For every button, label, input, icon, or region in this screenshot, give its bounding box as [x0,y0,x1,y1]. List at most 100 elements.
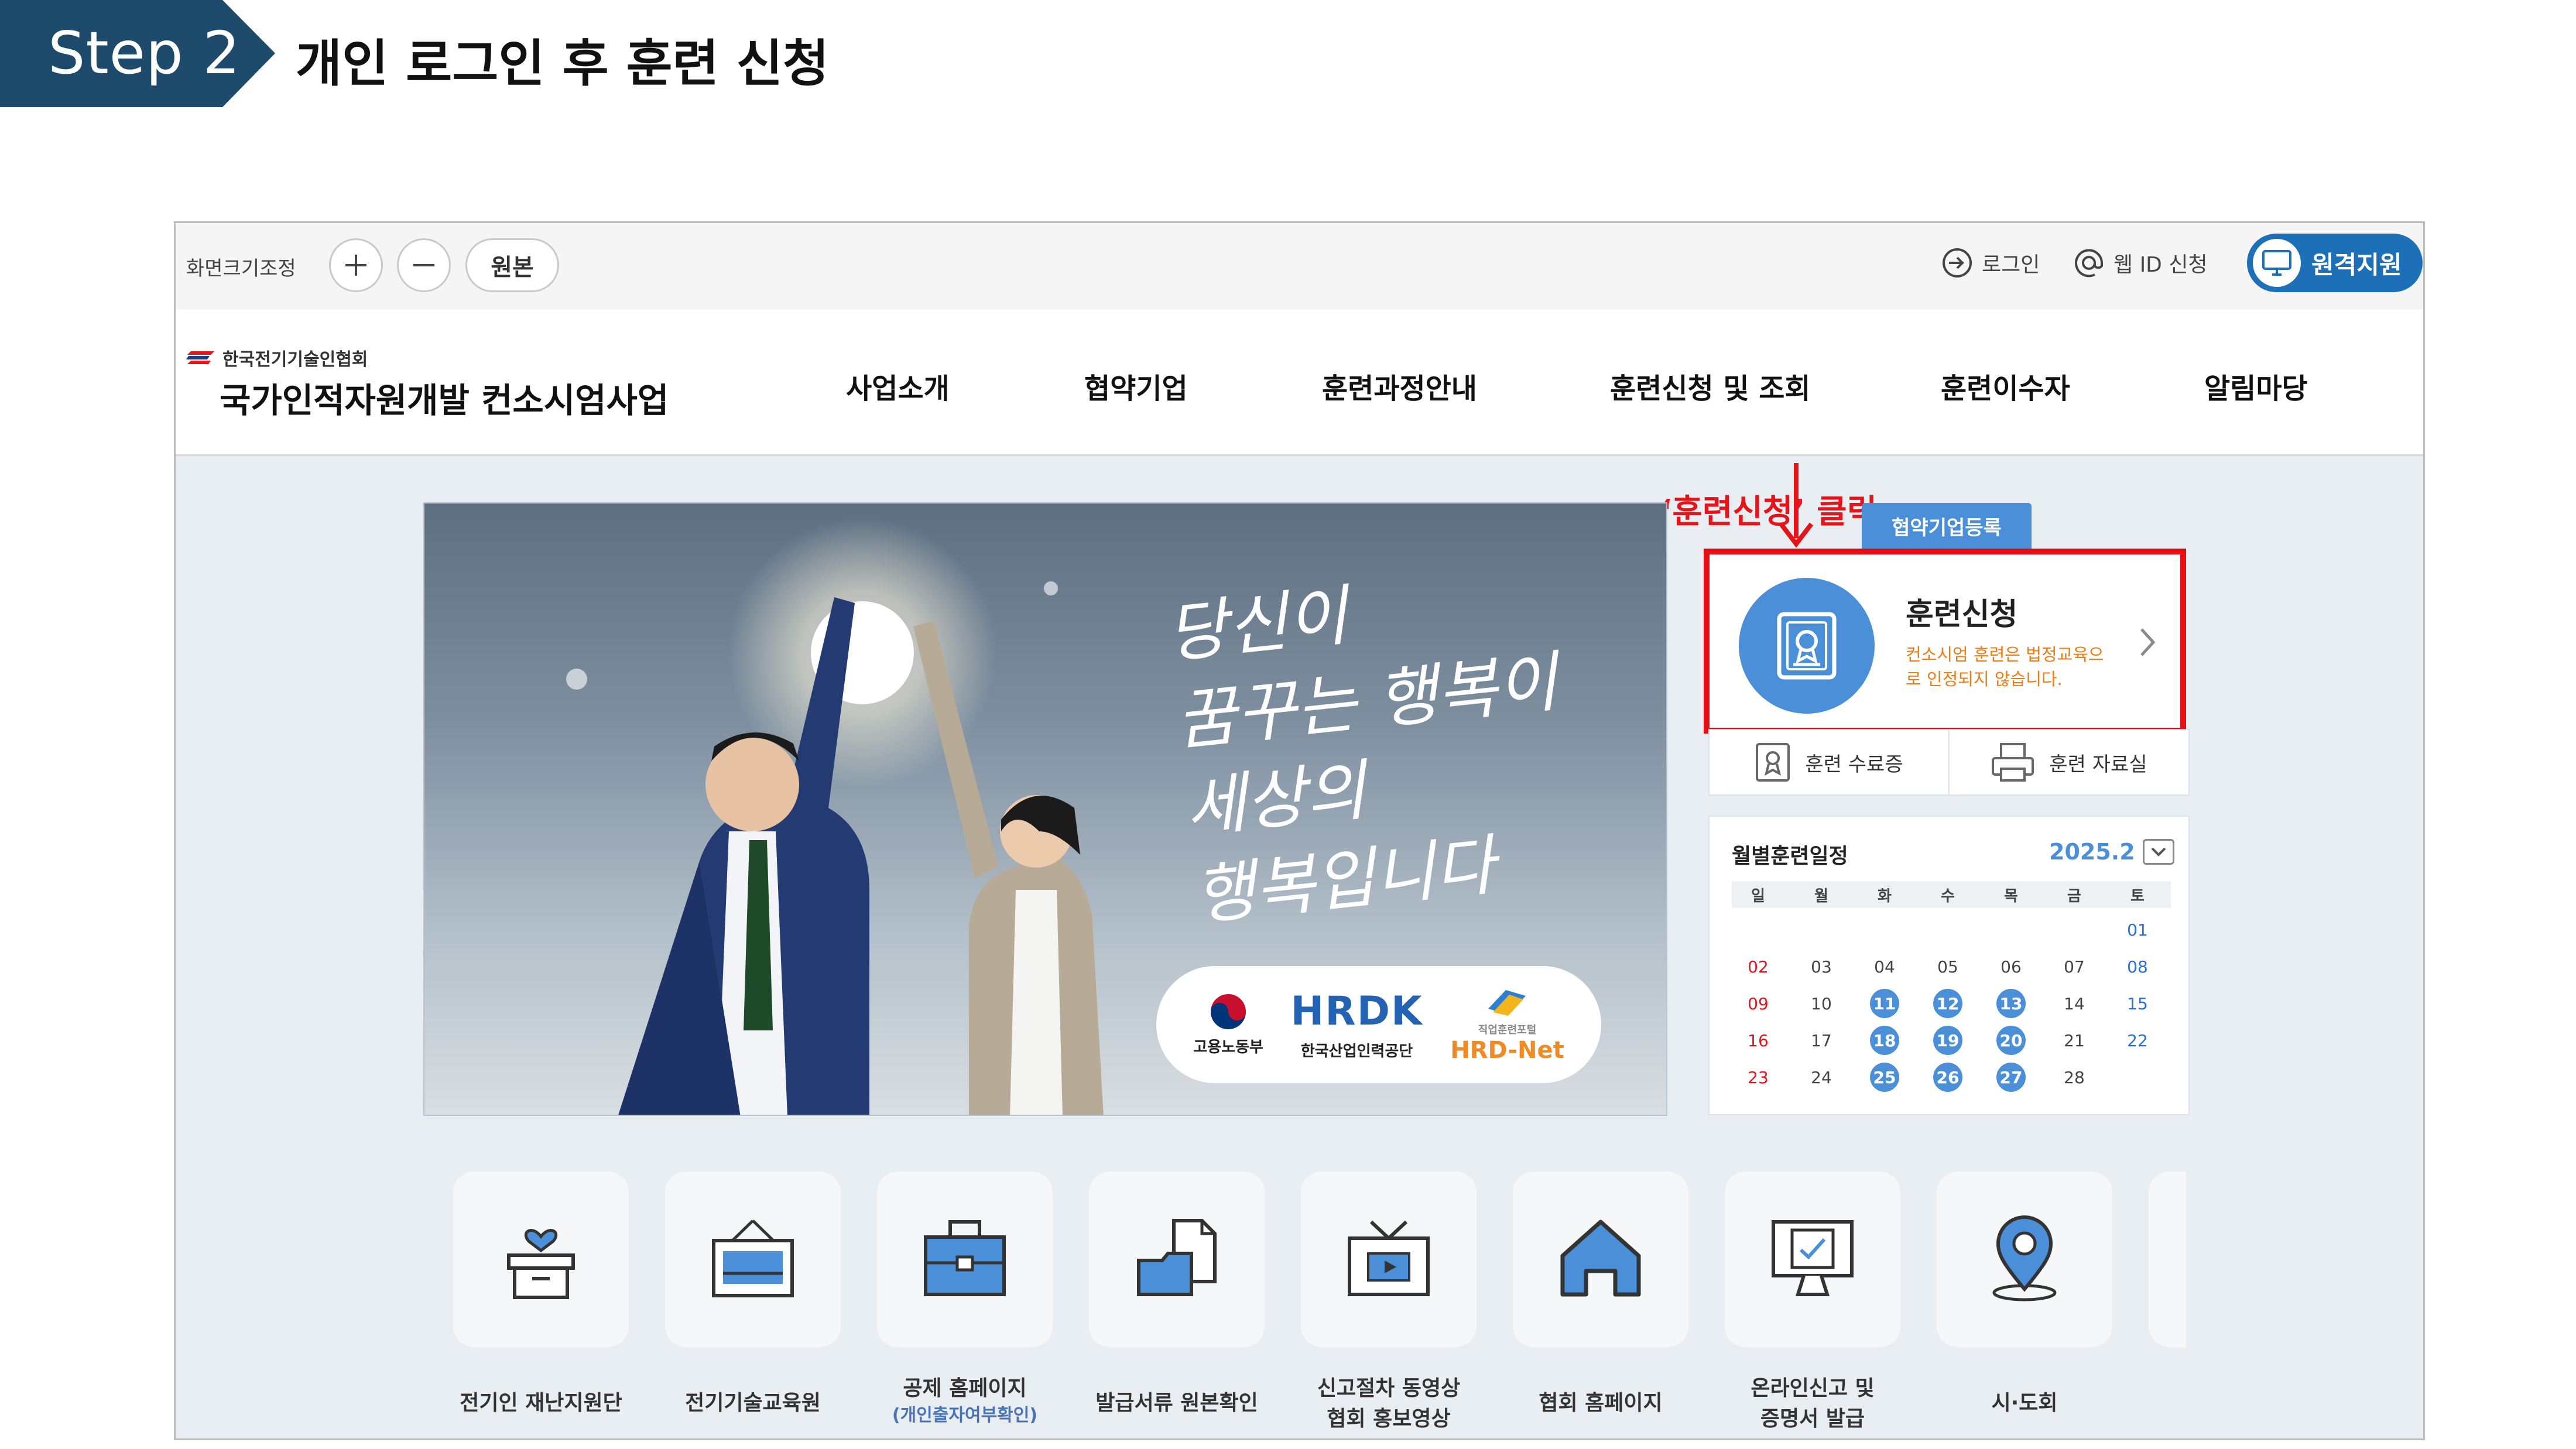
calendar-day[interactable]: 09 [1741,987,1776,1020]
quick-link-label[interactable]: 발급서류 원본확인 [1077,1388,1276,1419]
quick-link-tile[interactable] [877,1171,1053,1347]
calendar-day[interactable]: 05 [1930,950,1965,983]
calendar-day[interactable]: 01 [2120,913,2155,946]
training-sub-links: 훈련 수료증 훈련 자료실 [1708,729,2190,796]
login-link[interactable]: 로그인 [1941,246,2040,279]
calendar-day[interactable]: 14 [2057,987,2092,1020]
calendar-day[interactable]: 25 [1867,1061,1902,1094]
calendar-weekday: 수 [1941,887,1955,905]
plus-icon [345,255,366,276]
remote-support-button[interactable]: 원격지원 [2247,234,2423,292]
zoom-reset-button[interactable]: 원본 [465,238,559,292]
monitor-icon [2253,239,2301,287]
calendar-day[interactable]: 23 [1741,1061,1776,1094]
quick-link-tile-partial[interactable] [2149,1171,2186,1347]
calendar-day[interactable]: 03 [1804,950,1839,983]
calendar-day[interactable]: 28 [2057,1061,2092,1094]
calendar-day[interactable]: 21 [2057,1024,2092,1057]
kea-logo-icon [186,351,214,364]
web-id-label: 웹 ID 신청 [2113,253,2208,277]
partner-register-tab[interactable]: 협약기업등록 [1862,503,2032,549]
arrow-down-icon [1779,463,1814,548]
nav-item-notice[interactable]: 알림마당 [2204,365,2308,406]
remote-support-label: 원격지원 [2311,250,2402,279]
quick-link-label[interactable]: 공제 홈페이지 (개인출자여부확인) [865,1373,1064,1427]
step-label: Step 2 [48,19,241,87]
gift-box-icon [503,1214,579,1304]
chevron-down-icon [2151,847,2166,857]
nav-item-partners[interactable]: 협약기업 [1084,365,1188,406]
calendar-day[interactable]: 15 [2120,987,2155,1020]
calendar-day[interactable]: 26 [1930,1061,1965,1094]
main-banner[interactable]: 당신이 꿈꾸는 행복이 세상의 행복입니다 고용노동부 HRDK 한국산업인력공… [423,502,1667,1116]
zoom-out-button[interactable] [397,238,451,292]
calendar-day[interactable]: 07 [2057,950,2092,983]
calendar-day[interactable]: 10 [1804,987,1839,1020]
calendar-day[interactable]: 18 [1867,1024,1902,1057]
calendar-day[interactable]: 19 [1930,1024,1965,1057]
website-screenshot: 화면크기조정 원본 로그인 웹 ID 신청 원격지원 한국전기기술인협회 국가인… [174,221,2425,1440]
calendar-day[interactable]: 24 [1804,1061,1839,1094]
web-id-link[interactable]: 웹 ID 신청 [2073,246,2208,279]
annotation-text: ‘훈련신청’ 클릭 [1660,493,1878,531]
calendar-day[interactable]: 08 [2120,950,2155,983]
quick-link-label[interactable]: 시·도회 [1925,1388,2124,1419]
training-archive-link[interactable]: 훈련 자료실 [1948,730,2188,794]
certificate-link[interactable]: 훈련 수료증 [1710,730,1948,794]
nav-item-graduates[interactable]: 훈련이수자 [1941,365,2070,406]
training-apply-card[interactable]: 훈련신청 컨소시엄 훈련은 법정교육으로 인정되지 않습니다. [1704,549,2186,734]
taegeuk-icon [1211,994,1246,1029]
site-header: 한국전기기술인협회 국가인적자원개발 컨소시엄사업 사업소개 협약기업 훈련과정… [176,310,2423,531]
nav-item-apply[interactable]: 훈련신청 및 조회 [1610,365,1811,406]
calendar-day[interactable]: 27 [1993,1061,2029,1094]
calendar-day[interactable]: 06 [1993,950,2029,983]
hrdk-logo: HRDK 한국산업인력공단 [1290,988,1423,1060]
login-label: 로그인 [1982,253,2040,277]
calendar-weekday: 화 [1878,887,1892,905]
month-dropdown-button[interactable] [2143,839,2174,865]
quick-link-tile[interactable] [453,1171,629,1347]
calendar-day[interactable]: 02 [1741,950,1776,983]
tv-icon [1345,1217,1433,1301]
quick-link-tile[interactable] [1089,1171,1265,1347]
partner-logos: 고용노동부 HRDK 한국산업인력공단 직업훈련포털 HRD-Net [1156,966,1601,1083]
hrdnet-logo: 직업훈련포털 HRD-Net [1450,985,1564,1064]
calendar-day[interactable]: 20 [1993,1024,2029,1057]
calendar-day[interactable]: 12 [1930,987,1965,1020]
quick-link-label[interactable]: 전기기술교육원 [653,1388,852,1419]
frame-icon [709,1217,797,1301]
zoom-in-button[interactable] [329,238,383,292]
calendar-weekday: 토 [2130,887,2145,905]
calendar-day[interactable]: 11 [1867,987,1902,1020]
quick-link-tile[interactable] [1725,1171,1900,1347]
calendar-day[interactable]: 22 [2120,1024,2155,1057]
calendar-weekday: 금 [2067,887,2081,905]
quick-link-label[interactable]: 온라인신고 및 증명서 발급 [1713,1373,1912,1434]
calendar-weekday: 월 [1814,887,1828,905]
quick-link-label[interactable]: 전기인 재난지원단 [441,1388,640,1419]
zoom-label: 화면크기조정 [186,257,296,280]
calendar-title: 월별훈련일정 [1732,844,1848,868]
quick-link-label[interactable]: 신고절차 동영상 협회 홍보영상 [1289,1373,1488,1434]
quick-link-label[interactable]: 협회 홈페이지 [1501,1388,1700,1419]
quick-link-tile[interactable] [1937,1171,2112,1347]
training-apply-title: 훈련신청 [1906,597,2018,632]
calendar-day[interactable]: 13 [1993,987,2029,1020]
nav-item-business[interactable]: 사업소개 [846,365,950,406]
calendar-day[interactable]: 16 [1741,1024,1776,1057]
at-icon [2075,249,2103,278]
quick-link-tile[interactable] [665,1171,841,1347]
hrdnet-mark-icon [1488,990,1526,1016]
printer-icon [1992,743,2034,782]
org-logo[interactable]: 한국전기기술인협회 [186,345,368,371]
quick-link-tile[interactable] [1513,1171,1688,1347]
moel-logo: 고용노동부 [1193,993,1263,1057]
map-pin-icon [1981,1214,2068,1304]
certificate-icon [1739,578,1875,714]
step-badge: Step 2 [0,0,275,107]
nav-item-courses[interactable]: 훈련과정안내 [1322,365,1477,406]
calendar-day[interactable]: 04 [1867,950,1902,983]
quick-link-tile[interactable] [1301,1171,1477,1347]
calendar-day[interactable]: 17 [1804,1024,1839,1057]
site-title[interactable]: 국가인적자원개발 컨소시엄사업 [220,373,669,422]
